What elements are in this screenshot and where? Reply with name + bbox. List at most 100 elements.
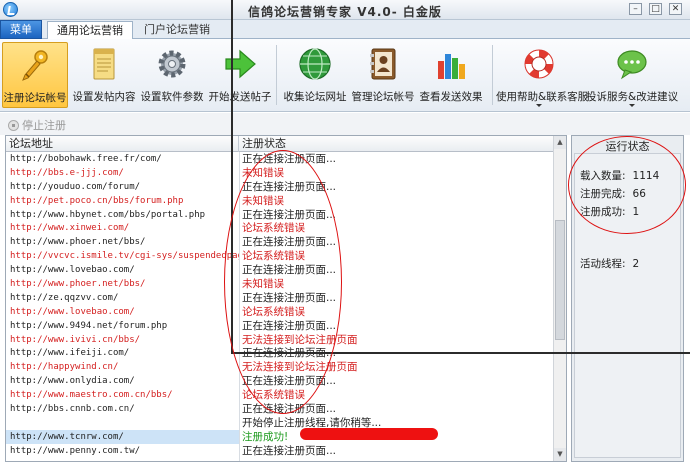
table-row[interactable]: 开始停止注册线程,请你稍等... [6,416,554,430]
table-row[interactable]: http://www.ivivi.cn/bbs/无法连接到论坛注册页面 [6,333,554,347]
forum-url-cell: http://www.lovebao.com/ [10,265,135,276]
stop-register-label: 停止注册 [22,119,66,132]
register-status-cell: 正在连接注册页面... [242,347,337,360]
table-row[interactable]: http://bbs.cnnb.com.cn/正在连接注册页面... [6,402,554,416]
table-row[interactable]: http://www.penny.com.tw/正在连接注册页面... [6,444,554,458]
table-row[interactable]: http://www.onlydia.com/正在连接注册页面... [6,374,554,388]
register-account-button[interactable]: 注册论坛帐号 [2,42,68,108]
stop-icon [8,119,19,131]
complaint-button[interactable]: 投诉服务&改进建议 [586,42,678,108]
register-status-cell: 正在连接注册页面... [242,208,337,221]
forum-url-cell: http://pet.poco.cn/bbs/forum.php [10,195,184,206]
table-row[interactable]: http://www.lovebao.com/论坛系统错误 [6,305,554,319]
settings-label: 设置软件参数 [140,91,204,103]
register-status-cell: 正在连接注册页面... [242,153,337,165]
forum-register-grid[interactable]: 论坛地址 注册状态 http://bobohawk.free.fr/com/正在… [5,135,567,462]
send-label: 开始发送帖子 [208,91,272,103]
speech-bubble-icon [617,50,647,80]
grid-header: 论坛地址 注册状态 [6,136,554,152]
collect-button[interactable]: 收集论坛网址 [282,42,348,108]
table-row[interactable]: http://www.hbynet.com/bbs/portal.php 正在连接… [6,208,554,222]
loaded-count-value: 1114 [632,170,660,182]
active-threads: 活动线程: 2 [580,256,639,271]
chevron-down-icon[interactable] [629,104,635,107]
register-status-cell: 未知错误 [242,278,284,291]
forum-url-cell: http://www.ifeiji.com/ [10,348,130,359]
close-icon[interactable]: ✕ [669,3,682,15]
table-row[interactable]: http://bbs.e-jjj.com/未知错误 [6,166,554,180]
content-button[interactable]: 设置发帖内容 [72,42,136,108]
action-bar: 停止注册 [0,113,690,135]
scroll-down-icon[interactable]: ▼ [554,448,566,461]
globe-icon [299,48,331,80]
address-book-icon [370,48,396,80]
forum-url-cell: http://www.onlydia.com/ [10,376,135,387]
title-bar: 信鸽论坛营销专家 V4.0- 白金版 – □ ✕ [0,0,690,20]
column-header-register-status[interactable]: 注册状态 [239,136,554,152]
redaction-mark [300,428,438,440]
forum-url-cell: http://bbs.e-jjj.com/ [10,167,124,178]
help-button[interactable]: 使用帮助&联系客服 [496,42,588,108]
chevron-down-icon[interactable] [536,104,542,107]
table-row[interactable]: http://ze.qqzvv.com/正在连接注册页面... [6,291,554,305]
pen-key-icon [22,50,48,81]
table-row[interactable]: http://www.ifeiji.com/正在连接注册页面... [6,346,554,360]
tab-general-forum[interactable]: 通用论坛营销 [47,21,133,40]
ribbon-separator [276,45,277,105]
table-row[interactable]: http://www.phoer.net/bbs/未知错误 [6,277,554,291]
forum-url-cell: http://www.penny.com.tw/ [10,445,141,456]
table-row[interactable]: http://pet.poco.cn/bbs/forum.php 未知错误 [6,194,554,208]
scroll-up-icon[interactable]: ▲ [554,136,566,149]
register-success-label: 注册成功: [580,206,626,218]
table-row[interactable]: http://bobohawk.free.fr/com/正在连接注册页面... [6,152,554,166]
content-label: 设置发帖内容 [72,91,136,103]
send-button[interactable]: 开始发送帖子 [208,42,272,108]
register-status-cell: 未知错误 [242,166,284,179]
register-status-cell: 正在连接注册页面... [242,319,337,332]
manage-button[interactable]: 管理论坛帐号 [350,42,416,108]
ribbon-toolbar: 注册论坛帐号 设置发帖内容 设置软件参数 开始发送帖子 收集论坛网址 管理论坛帐… [0,39,690,112]
table-row[interactable]: http://vvcvc.ismile.tv/cgi-sys/suspended… [6,249,554,263]
register-status-cell: 正在连接注册页面... [242,403,337,416]
register-status-cell: 正在连接注册页面... [242,291,337,304]
table-row[interactable]: http://www.maestro.com.cn/bbs/论坛系统错误 [6,388,554,402]
column-header-forum-url[interactable]: 论坛地址 [6,136,239,152]
maximize-icon[interactable]: □ [649,3,662,15]
collect-label: 收集论坛网址 [283,91,347,103]
register-done-label: 注册完成: [580,188,626,200]
window-title: 信鸽论坛营销专家 V4.0- 白金版 [248,5,442,19]
register-status-cell: 论坛系统错误 [242,305,305,318]
active-threads-label: 活动线程: [580,258,626,270]
minimize-icon[interactable]: – [629,3,642,15]
register-status-cell: 论坛系统错误 [242,222,305,235]
menu-button[interactable]: 菜单 [0,20,42,39]
forum-url-cell: http://bobohawk.free.fr/com/ [10,154,162,164]
window-controls: – □ ✕ [629,3,682,15]
table-row[interactable]: http://www.tcnrw.com/注册成功! [6,429,554,444]
register-done-value: 66 [632,188,646,200]
tab-portal-forum[interactable]: 门户论坛营销 [137,21,217,39]
run-status-panel: 运行状态 载入数量: 1114 注册完成: 66 注册成功: 1 活动线程: 2 [571,135,684,462]
forum-url-cell: http://happywind.cn/ [10,362,119,373]
settings-button[interactable]: 设置软件参数 [140,42,204,108]
forum-url-cell: http://ze.qqzvv.com/ [10,292,119,303]
table-row[interactable]: http://happywind.cn/无法连接到论坛注册页面 [6,360,554,374]
register-done-count: 注册完成: 66 [580,186,646,201]
tab-strip: 菜单 通用论坛营销 门户论坛营销 [0,20,690,40]
scroll-thumb[interactable] [555,220,565,340]
table-row[interactable]: http://www.lovebao.com/正在连接注册页面... [6,263,554,277]
forum-url-cell: http://www.tcnrw.com/ [6,429,239,444]
table-row[interactable]: http://www.xinwei.com/论坛系统错误 [6,221,554,235]
grid-rows: http://bobohawk.free.fr/com/正在连接注册页面... h… [6,152,554,458]
loaded-count: 载入数量: 1114 [580,168,659,183]
ribbon-separator [492,45,493,105]
stats-button[interactable]: 查看发送效果 [418,42,484,108]
vertical-scrollbar[interactable]: ▲ ▼ [553,136,566,461]
table-row[interactable]: http://www.phoer.net/bbs/正在连接注册页面... [6,235,554,249]
table-row[interactable]: http://youduo.com/forum/正在连接注册页面... [6,180,554,194]
stats-label: 查看发送效果 [419,91,483,103]
table-row[interactable]: http://www.9494.net/forum.php 正在连接注册页面... [6,319,554,333]
lifebuoy-icon [524,49,554,79]
status-box: 载入数量: 1114 注册完成: 66 注册成功: 1 活动线程: 2 [574,153,681,458]
stop-register-button[interactable]: 停止注册 [8,117,66,133]
